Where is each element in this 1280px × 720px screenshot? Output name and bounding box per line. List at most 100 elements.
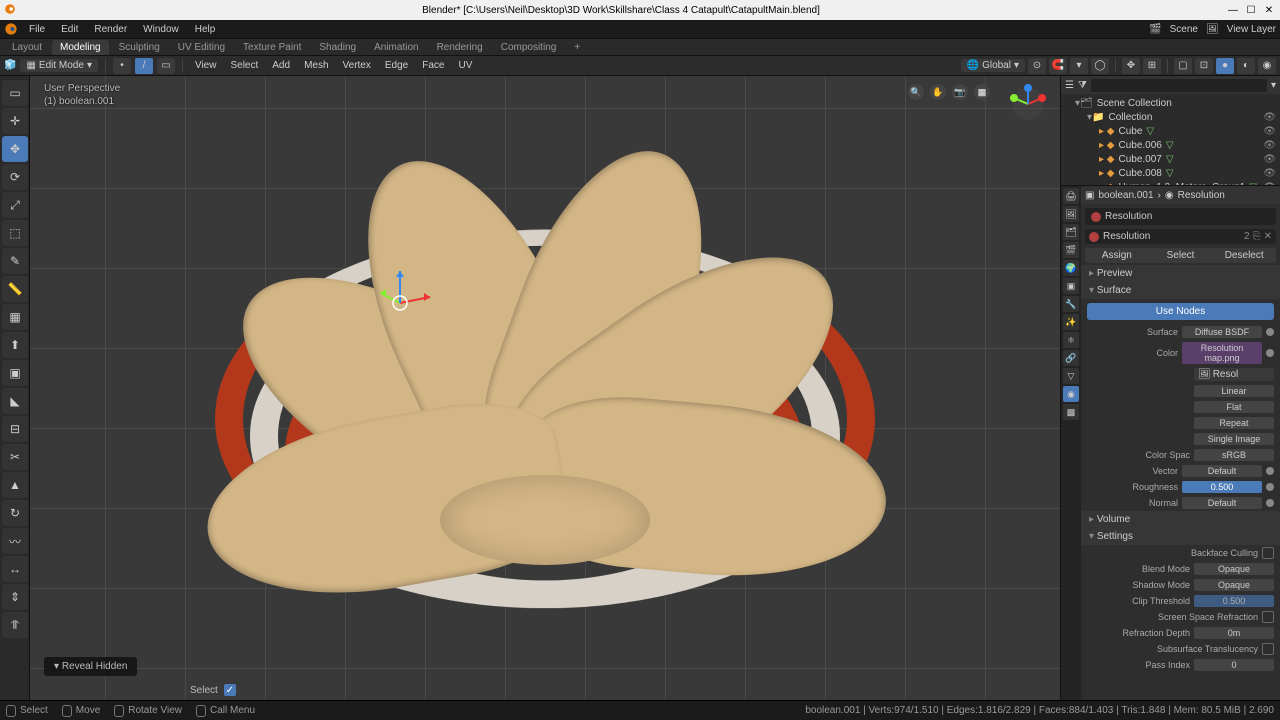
assign-button[interactable]: Assign xyxy=(1085,248,1149,263)
tool-polybuild[interactable]: ▲ xyxy=(2,472,28,498)
use-nodes-button[interactable]: Use Nodes xyxy=(1087,303,1274,320)
mode-dropdown[interactable]: ▦ Edit Mode ▾ xyxy=(20,59,98,72)
xray-toggle[interactable]: ▢ xyxy=(1174,58,1192,74)
material-newcopy-button[interactable]: ⎘ xyxy=(1253,231,1261,242)
material-datablock[interactable]: Resolution 2 ⎘ ✕ xyxy=(1085,229,1276,244)
orientation-dropdown[interactable]: 🌐 Global ▾ xyxy=(961,59,1025,72)
tool-add-cube[interactable]: ▦ xyxy=(2,304,28,330)
outliner-item[interactable]: ▸ ◆Cube▽👁 xyxy=(1065,124,1276,138)
prop-tab-viewlayer[interactable]: 🗂 xyxy=(1063,224,1079,240)
tab-modeling[interactable]: Modeling xyxy=(52,40,109,55)
tool-measure[interactable]: 📏 xyxy=(2,276,28,302)
menu-edit[interactable]: Edit xyxy=(56,24,83,35)
outliner-item[interactable]: ▸ ◆Cube.007▽👁 xyxy=(1065,152,1276,166)
window-minimize-button[interactable]: — xyxy=(1226,5,1240,16)
nav-zoom-icon[interactable]: 🔍 xyxy=(908,84,924,100)
clip-threshold-value[interactable]: 0.500 xyxy=(1194,595,1274,607)
prop-tab-particles[interactable]: ✨ xyxy=(1063,314,1079,330)
panel-settings[interactable]: Settings xyxy=(1081,528,1280,545)
panel-volume[interactable]: Volume xyxy=(1081,511,1280,528)
tool-loopcut[interactable]: ⊟ xyxy=(2,416,28,442)
gizmo-toggle[interactable]: ✥ xyxy=(1122,58,1140,74)
prop-tab-mesh[interactable]: ▽ xyxy=(1063,368,1079,384)
backface-culling-checkbox[interactable] xyxy=(1262,547,1274,559)
material-unlink-button[interactable]: ✕ xyxy=(1264,231,1272,242)
outliner-scene-collection[interactable]: ▾🗂Scene Collection xyxy=(1065,96,1276,110)
socket-icon[interactable] xyxy=(1266,328,1274,336)
ssr-checkbox[interactable] xyxy=(1262,611,1274,623)
tab-compositing[interactable]: Compositing xyxy=(493,40,565,55)
tool-transform[interactable]: ⬚ xyxy=(2,220,28,246)
sst-checkbox[interactable] xyxy=(1262,643,1274,655)
tool-extrude[interactable]: ⬆ xyxy=(2,332,28,358)
outliner-search-input[interactable] xyxy=(1091,79,1267,92)
header-view[interactable]: View xyxy=(190,59,222,72)
header-vertex[interactable]: Vertex xyxy=(338,59,376,72)
header-edge[interactable]: Edge xyxy=(380,59,413,72)
tool-knife[interactable]: ✂ xyxy=(2,444,28,470)
tab-rendering[interactable]: Rendering xyxy=(429,40,491,55)
colorspace-dropdown[interactable]: sRGB xyxy=(1194,449,1274,461)
tool-cursor[interactable]: ✛ xyxy=(2,108,28,134)
pivot-dropdown[interactable]: ⊙ xyxy=(1028,58,1046,74)
nav-pan-icon[interactable]: ✋ xyxy=(930,84,946,100)
tab-sculpting[interactable]: Sculpting xyxy=(111,40,168,55)
prop-tab-material[interactable]: ◉ xyxy=(1063,386,1079,402)
prop-tab-object[interactable]: ▣ xyxy=(1063,278,1079,294)
menu-file[interactable]: File xyxy=(24,24,50,35)
operator-panel[interactable]: Reveal Hidden xyxy=(44,657,137,676)
orientation-gizmo[interactable] xyxy=(1008,84,1048,124)
tab-animation[interactable]: Animation xyxy=(366,40,426,55)
tab-layout[interactable]: Layout xyxy=(4,40,50,55)
deselect-button[interactable]: Deselect xyxy=(1212,248,1276,263)
tool-shrinkfatten[interactable]: ⇕ xyxy=(2,584,28,610)
menu-window[interactable]: Window xyxy=(138,24,184,35)
prop-tab-output[interactable]: 🖼 xyxy=(1063,206,1079,222)
prop-tab-constraints[interactable]: 🔗 xyxy=(1063,350,1079,366)
pass-index-value[interactable]: 0 xyxy=(1194,659,1274,671)
scene-selector[interactable]: Scene xyxy=(1170,24,1198,35)
snap-toggle[interactable]: 🧲 xyxy=(1049,58,1067,74)
prop-tab-modifier[interactable]: 🔧 xyxy=(1063,296,1079,312)
source-dropdown[interactable]: Single Image xyxy=(1194,433,1274,445)
snap-options[interactable]: ▾ xyxy=(1070,58,1088,74)
tool-edgeslide[interactable]: ↔ xyxy=(2,556,28,582)
image-datablock-field[interactable]: 🖼Resol xyxy=(1194,368,1274,381)
socket-icon[interactable] xyxy=(1266,483,1274,491)
material-users-button[interactable]: 2 xyxy=(1244,231,1250,242)
shading-solid[interactable]: ● xyxy=(1216,58,1234,74)
breadcrumb-object[interactable]: boolean.001 xyxy=(1098,190,1153,201)
vertex-select-mode[interactable]: • xyxy=(113,58,131,74)
menu-help[interactable]: Help xyxy=(190,24,221,35)
tab-texture-paint[interactable]: Texture Paint xyxy=(235,40,309,55)
refraction-depth-value[interactable]: 0m xyxy=(1194,627,1274,639)
material-name-field[interactable]: Resolution xyxy=(1103,231,1150,242)
breadcrumb-material[interactable]: Resolution xyxy=(1178,190,1225,201)
projection-dropdown[interactable]: Flat xyxy=(1194,401,1274,413)
color-texture-value[interactable]: Resolution map.png xyxy=(1182,342,1262,364)
tool-rip[interactable]: ⥣ xyxy=(2,612,28,638)
tool-select-box[interactable]: ▭ xyxy=(2,80,28,106)
operator-select-checkbox[interactable]: ✓ xyxy=(224,684,236,696)
socket-icon[interactable] xyxy=(1266,499,1274,507)
tool-scale[interactable]: ⤢ xyxy=(2,192,28,218)
tool-move[interactable]: ✥ xyxy=(2,136,28,162)
prop-tab-physics[interactable]: ⚛ xyxy=(1063,332,1079,348)
prop-tab-texture[interactable]: ▩ xyxy=(1063,404,1079,420)
tool-inset[interactable]: ▣ xyxy=(2,360,28,386)
header-uv[interactable]: UV xyxy=(453,59,477,72)
overlays-toggle[interactable]: ⊞ xyxy=(1143,58,1161,74)
header-face[interactable]: Face xyxy=(417,59,449,72)
tab-add[interactable]: + xyxy=(566,40,588,55)
header-add[interactable]: Add xyxy=(267,59,295,72)
shadow-mode-dropdown[interactable]: Opaque xyxy=(1194,579,1274,591)
editor-type-icon[interactable]: 🧊 xyxy=(4,60,16,71)
vector-value[interactable]: Default xyxy=(1182,465,1262,477)
panel-preview[interactable]: Preview xyxy=(1081,265,1280,282)
tool-rotate[interactable]: ⟳ xyxy=(2,164,28,190)
material-slot-list[interactable]: Resolution xyxy=(1085,208,1276,225)
prop-tab-scene[interactable]: 🎬 xyxy=(1063,242,1079,258)
edge-select-mode[interactable]: / xyxy=(135,58,153,74)
proportional-edit[interactable]: ◯ xyxy=(1091,58,1109,74)
outliner-filter-button[interactable]: ▾ xyxy=(1271,80,1276,91)
